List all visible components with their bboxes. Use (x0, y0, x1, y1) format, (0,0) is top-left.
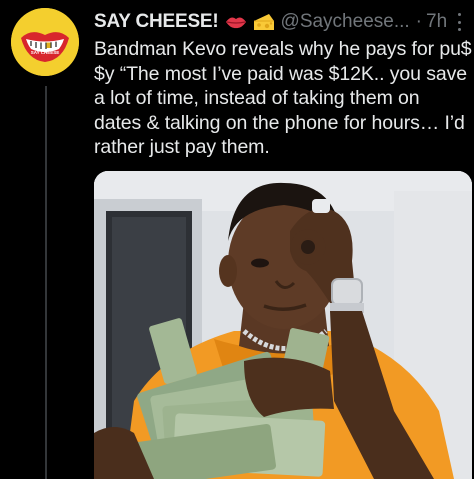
display-name[interactable]: SAY CHEESE! (94, 11, 219, 33)
handle[interactable]: @Saycheese... (281, 11, 410, 33)
say-cheese-logo-icon: SAY CHEESE (11, 8, 79, 76)
tweet-photo[interactable] (94, 171, 472, 479)
lips-emoji (225, 15, 247, 29)
tweet-text: Bandman Kevo reveals why he pays for pu$… (94, 38, 472, 158)
photo-man-holding-cash-icon (94, 171, 472, 479)
separator-dot: · (415, 11, 422, 32)
tweet[interactable]: SAY CHEESE SAY CHEESE! @Saycheese... · 7… (0, 0, 474, 479)
more-options-icon[interactable] (450, 12, 468, 32)
tweet-header: SAY CHEESE! @Saycheese... · 7h (94, 10, 464, 34)
avatar[interactable]: SAY CHEESE (11, 8, 79, 76)
cheese-emoji (253, 13, 275, 31)
thread-line (45, 86, 47, 479)
logo-text: SAY CHEESE (31, 50, 60, 55)
timestamp[interactable]: 7h (426, 11, 447, 33)
